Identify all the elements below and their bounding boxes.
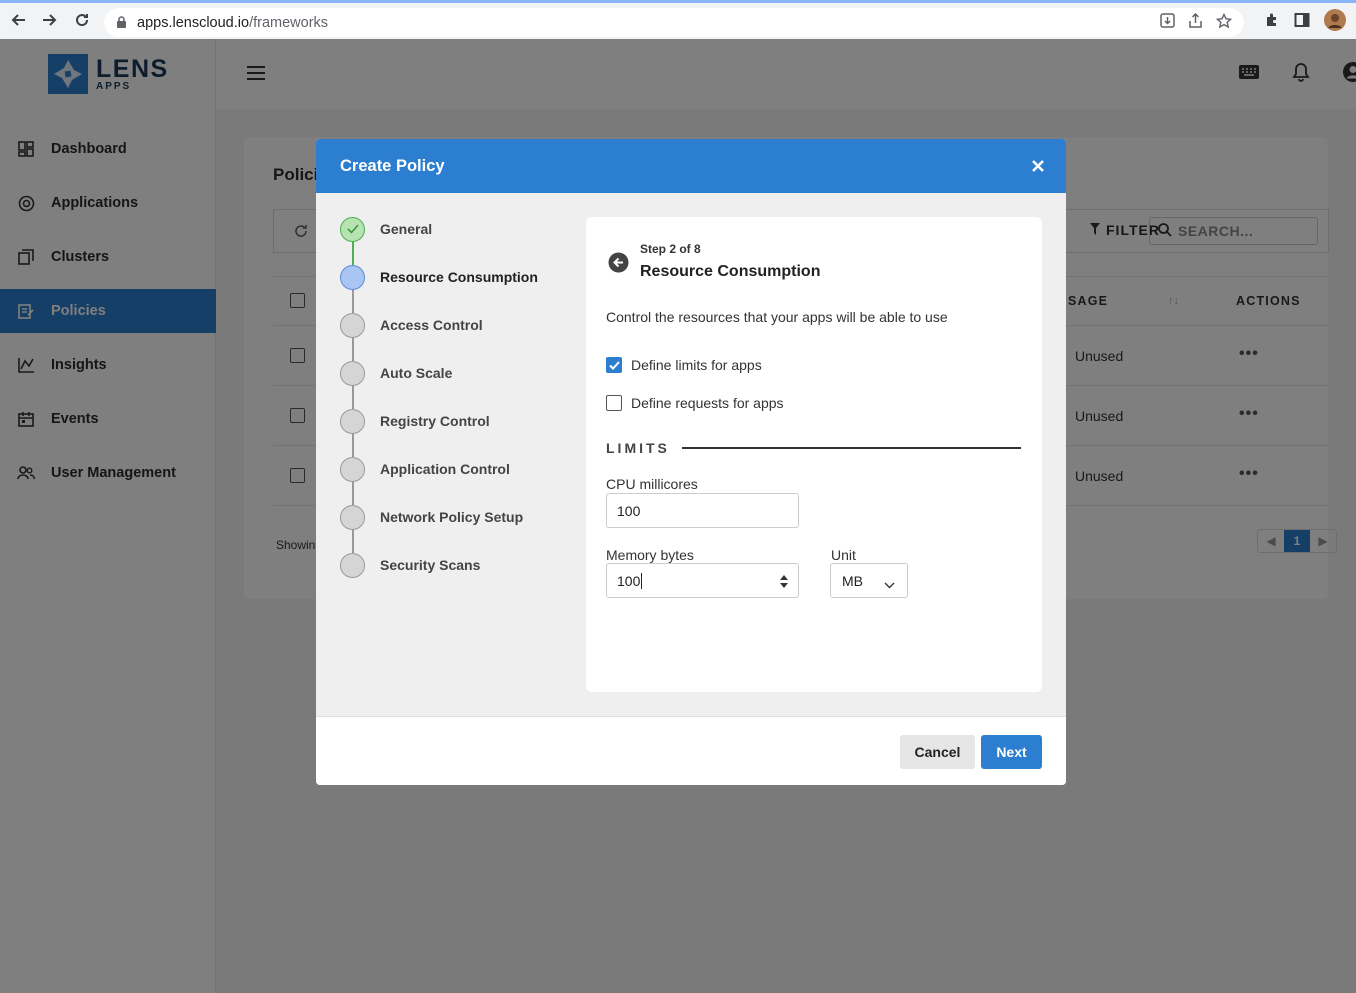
step-label: Access Control bbox=[380, 317, 483, 333]
step-network-policy-setup[interactable]: Network Policy Setup bbox=[340, 504, 523, 530]
step-dot bbox=[340, 312, 365, 338]
step-label: General bbox=[380, 221, 433, 237]
url-path: /frameworks bbox=[249, 14, 329, 31]
limits-section-header: LIMITS bbox=[606, 440, 1021, 456]
install-icon[interactable] bbox=[1160, 13, 1175, 32]
step-label: Auto Scale bbox=[380, 365, 453, 381]
modal-header: Create Policy bbox=[316, 139, 1066, 193]
step-dot bbox=[340, 552, 365, 578]
profile-avatar[interactable] bbox=[1324, 9, 1346, 36]
share-icon[interactable] bbox=[1188, 12, 1203, 32]
step-connector bbox=[352, 241, 354, 265]
step-application-control[interactable]: Application Control bbox=[340, 456, 510, 482]
step-dot bbox=[340, 360, 365, 386]
step-label: Network Policy Setup bbox=[380, 509, 524, 525]
step-label: Resource Consumption bbox=[380, 269, 538, 285]
step-connector bbox=[352, 289, 354, 313]
modal-title: Create Policy bbox=[340, 157, 445, 175]
panel-description: Control the resources that your apps wil… bbox=[606, 309, 948, 325]
text-cursor bbox=[641, 572, 643, 589]
lock-icon bbox=[116, 16, 127, 29]
define-requests-option[interactable]: Define requests for apps bbox=[606, 395, 784, 411]
step-dot-current bbox=[340, 264, 365, 290]
step-label: Application Control bbox=[380, 461, 510, 477]
limits-section-label: LIMITS bbox=[606, 440, 670, 456]
step-dot bbox=[340, 456, 365, 482]
step-label: Security Scans bbox=[380, 557, 481, 573]
reload-icon[interactable] bbox=[67, 5, 97, 35]
forward-icon[interactable] bbox=[34, 5, 64, 35]
step-connector bbox=[352, 433, 354, 457]
step-connector bbox=[352, 481, 354, 505]
bookmark-star-icon[interactable] bbox=[1215, 12, 1233, 33]
step-access-control[interactable]: Access Control bbox=[340, 312, 483, 338]
define-limits-label: Define limits for apps bbox=[631, 357, 762, 373]
memory-bytes-input[interactable]: 100 bbox=[606, 563, 799, 598]
url-domain: apps.lenscloud.io bbox=[137, 14, 250, 31]
create-policy-modal: Create Policy General Resource Consumpti… bbox=[316, 139, 1066, 785]
step-resource-consumption[interactable]: Resource Consumption bbox=[340, 264, 538, 290]
define-requests-label: Define requests for apps bbox=[631, 395, 784, 411]
step-label: Registry Control bbox=[380, 413, 490, 429]
step-dot bbox=[340, 504, 365, 530]
browser-toolbar: apps.lenscloud.io/frameworks bbox=[0, 0, 1356, 39]
unit-label: Unit bbox=[831, 547, 856, 563]
back-icon[interactable] bbox=[4, 5, 34, 35]
back-arrow-icon[interactable] bbox=[608, 252, 629, 273]
chevron-down-icon bbox=[884, 576, 895, 592]
close-icon[interactable] bbox=[1030, 158, 1046, 174]
check-icon bbox=[340, 216, 365, 242]
address-bar[interactable]: apps.lenscloud.io/frameworks bbox=[104, 8, 1244, 37]
step-connector bbox=[352, 385, 354, 409]
define-requests-checkbox[interactable] bbox=[606, 395, 622, 411]
step-general[interactable]: General bbox=[340, 216, 432, 242]
step-security-scans[interactable]: Security Scans bbox=[340, 552, 480, 578]
memory-label: Memory bytes bbox=[606, 547, 694, 563]
step-auto-scale[interactable]: Auto Scale bbox=[340, 360, 452, 386]
section-divider bbox=[681, 447, 1021, 449]
extensions-icon[interactable] bbox=[1264, 12, 1280, 33]
cpu-millicores-input[interactable]: 100 bbox=[606, 493, 799, 528]
side-panel-icon[interactable] bbox=[1294, 12, 1310, 33]
panel-title: Resource Consumption bbox=[640, 263, 821, 280]
number-stepper-icon[interactable] bbox=[780, 575, 788, 591]
step-dot bbox=[340, 408, 365, 434]
step-counter: Step 2 of 8 bbox=[640, 242, 701, 256]
step-registry-control[interactable]: Registry Control bbox=[340, 408, 490, 434]
unit-select[interactable]: MB bbox=[830, 563, 908, 598]
next-button[interactable]: Next bbox=[981, 735, 1042, 769]
step-panel: Step 2 of 8 Resource Consumption Control… bbox=[586, 217, 1042, 692]
step-connector bbox=[352, 337, 354, 361]
unit-value: MB bbox=[842, 572, 863, 589]
step-connector bbox=[352, 529, 354, 553]
cancel-button[interactable]: Cancel bbox=[900, 735, 975, 769]
define-limits-option[interactable]: Define limits for apps bbox=[606, 357, 762, 373]
modal-footer: Cancel Next bbox=[316, 716, 1066, 785]
define-limits-checkbox[interactable] bbox=[606, 357, 622, 373]
cpu-value: 100 bbox=[617, 502, 641, 519]
cpu-label: CPU millicores bbox=[606, 476, 698, 492]
memory-value: 100 bbox=[617, 572, 641, 589]
